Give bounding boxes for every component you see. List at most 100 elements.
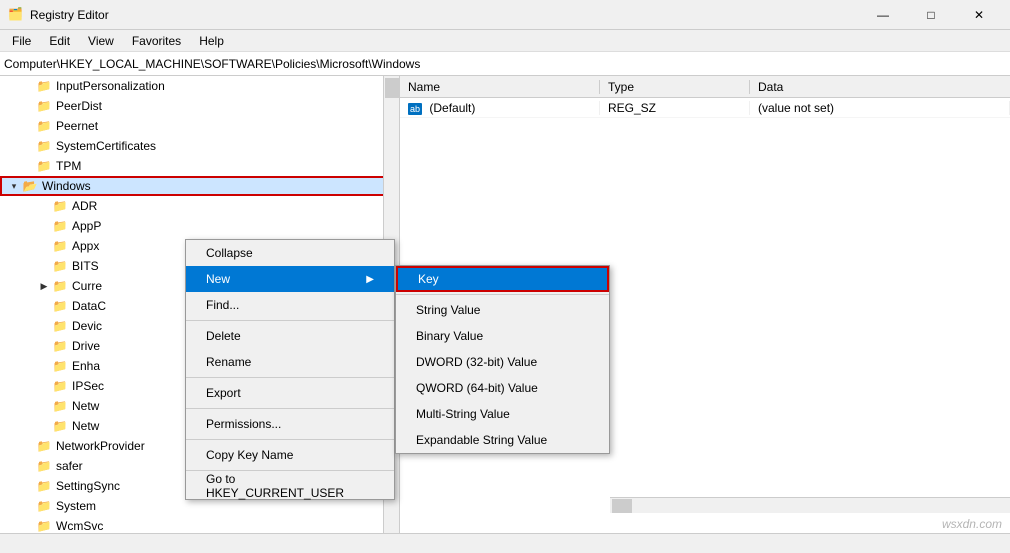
- tree-item-label: PeerDist: [56, 99, 102, 113]
- tree-item-windows[interactable]: ▾ 📂 Windows: [0, 176, 399, 196]
- submenu-item-qword[interactable]: QWORD (64-bit) Value: [396, 375, 609, 401]
- tree-item-inputpersonalization[interactable]: 📁 InputPersonalization: [0, 76, 399, 96]
- expand-icon: [20, 458, 36, 474]
- menu-edit[interactable]: Edit: [41, 30, 78, 52]
- context-menu-divider4: [186, 439, 394, 440]
- expand-icon: [36, 358, 52, 374]
- folder-icon: 📁: [52, 298, 68, 314]
- submenu-item-binary[interactable]: Binary Value: [396, 323, 609, 349]
- folder-icon: 📁: [52, 238, 68, 254]
- menu-bar: File Edit View Favorites Help: [0, 30, 1010, 52]
- tree-item-peerdist[interactable]: 📁 PeerDist: [0, 96, 399, 116]
- col-header-type: Type: [600, 80, 750, 94]
- tree-item-label: IPSec: [72, 379, 104, 393]
- submenu-item-expandable[interactable]: Expandable String Value: [396, 427, 609, 453]
- tree-item-label: Enha: [72, 359, 100, 373]
- context-menu: Collapse New ▶ Find... Delete Rename Exp…: [185, 239, 395, 500]
- folder-icon: 📁: [52, 198, 68, 214]
- expand-icon: [36, 298, 52, 314]
- submenu-item-qword-label: QWORD (64-bit) Value: [416, 381, 538, 395]
- tree-item-wcmsvc[interactable]: 📁 WcmSvc: [0, 516, 399, 533]
- address-bar: [0, 52, 1010, 76]
- tree-item-systemcerts[interactable]: 📁 SystemCertificates: [0, 136, 399, 156]
- tree-item-label: AppP: [72, 219, 101, 233]
- table-cell-type: REG_SZ: [600, 101, 750, 115]
- title-bar-controls: — □ ✕: [860, 0, 1002, 30]
- minimize-button[interactable]: —: [860, 0, 906, 30]
- folder-icon: 📁: [36, 158, 52, 174]
- expand-icon: [36, 218, 52, 234]
- tree-item-label: Drive: [72, 339, 100, 353]
- expand-icon: [36, 318, 52, 334]
- expand-icon: [36, 418, 52, 434]
- close-button[interactable]: ✕: [956, 0, 1002, 30]
- submenu-new: Key String Value Binary Value DWORD (32-…: [395, 265, 610, 454]
- folder-icon: 📁: [52, 218, 68, 234]
- context-menu-divider3: [186, 408, 394, 409]
- tree-item-peernet[interactable]: 📁 Peernet: [0, 116, 399, 136]
- menu-favorites[interactable]: Favorites: [124, 30, 189, 52]
- title-bar-title: Registry Editor: [30, 8, 109, 22]
- expand-icon: [36, 238, 52, 254]
- folder-icon: 📁: [52, 358, 68, 374]
- expand-icon: [20, 518, 36, 533]
- expand-icon: [20, 438, 36, 454]
- main-layout: 📁 InputPersonalization 📁 PeerDist 📁 Peer…: [0, 76, 1010, 533]
- context-menu-goto-label: Go to HKEY_CURRENT_USER: [206, 472, 374, 500]
- menu-file[interactable]: File: [4, 30, 39, 52]
- horizontal-scrollbar[interactable]: [610, 497, 1010, 513]
- context-menu-find[interactable]: Find...: [186, 292, 394, 318]
- folder-icon: 📁: [52, 338, 68, 354]
- expand-icon: [36, 338, 52, 354]
- context-menu-collapse[interactable]: Collapse: [186, 240, 394, 266]
- tree-item-label: TPM: [56, 159, 81, 173]
- status-bar: [0, 533, 1010, 553]
- col-header-name: Name: [400, 80, 600, 94]
- folder-icon: 📁: [52, 418, 68, 434]
- context-menu-delete[interactable]: Delete: [186, 323, 394, 349]
- submenu-divider1: [396, 294, 609, 295]
- context-menu-permissions[interactable]: Permissions...: [186, 411, 394, 437]
- tree-item-label: Curre: [72, 279, 102, 293]
- submenu-item-key[interactable]: Key: [396, 266, 609, 292]
- tree-item-label: Devic: [72, 319, 102, 333]
- table-cell-name-text: (Default): [429, 101, 475, 115]
- tree-item-tpm[interactable]: 📁 TPM: [0, 156, 399, 176]
- submenu-item-multistring[interactable]: Multi-String Value: [396, 401, 609, 427]
- tree-item-label: SystemCertificates: [56, 139, 156, 153]
- context-menu-rename-label: Rename: [206, 355, 251, 369]
- watermark: wsxdn.com: [942, 517, 1002, 531]
- context-menu-export[interactable]: Export: [186, 380, 394, 406]
- expand-icon: [20, 138, 36, 154]
- maximize-button[interactable]: □: [908, 0, 954, 30]
- folder-icon: 📂: [22, 178, 38, 194]
- context-menu-collapse-label: Collapse: [206, 246, 253, 260]
- address-input[interactable]: [4, 57, 1006, 71]
- tree-item-adr[interactable]: 📁 ADR: [0, 196, 399, 216]
- submenu-item-dword[interactable]: DWORD (32-bit) Value: [396, 349, 609, 375]
- context-menu-new[interactable]: New ▶: [186, 266, 394, 292]
- table-header: Name Type Data: [400, 76, 1010, 98]
- context-menu-divider1: [186, 320, 394, 321]
- menu-view[interactable]: View: [80, 30, 122, 52]
- context-menu-permissions-label: Permissions...: [206, 417, 281, 431]
- submenu-item-string-label: String Value: [416, 303, 480, 317]
- expand-icon: [20, 498, 36, 514]
- ab-icon: ab: [408, 103, 422, 115]
- context-menu-copy-key-name[interactable]: Copy Key Name: [186, 442, 394, 468]
- submenu-item-string[interactable]: String Value: [396, 297, 609, 323]
- folder-icon: 📁: [36, 498, 52, 514]
- folder-icon: 📁: [36, 518, 52, 533]
- tree-item-appp[interactable]: 📁 AppP: [0, 216, 399, 236]
- folder-icon: 📁: [36, 438, 52, 454]
- tree-item-label: Netw: [72, 419, 99, 433]
- context-menu-rename[interactable]: Rename: [186, 349, 394, 375]
- menu-help[interactable]: Help: [191, 30, 232, 52]
- submenu-item-binary-label: Binary Value: [416, 329, 483, 343]
- submenu-item-multistring-label: Multi-String Value: [416, 407, 510, 421]
- table-row: ab (Default) REG_SZ (value not set): [400, 98, 1010, 118]
- context-menu-delete-label: Delete: [206, 329, 241, 343]
- expand-icon: [20, 78, 36, 94]
- context-menu-new-label: New: [206, 272, 230, 286]
- context-menu-goto[interactable]: Go to HKEY_CURRENT_USER: [186, 473, 394, 499]
